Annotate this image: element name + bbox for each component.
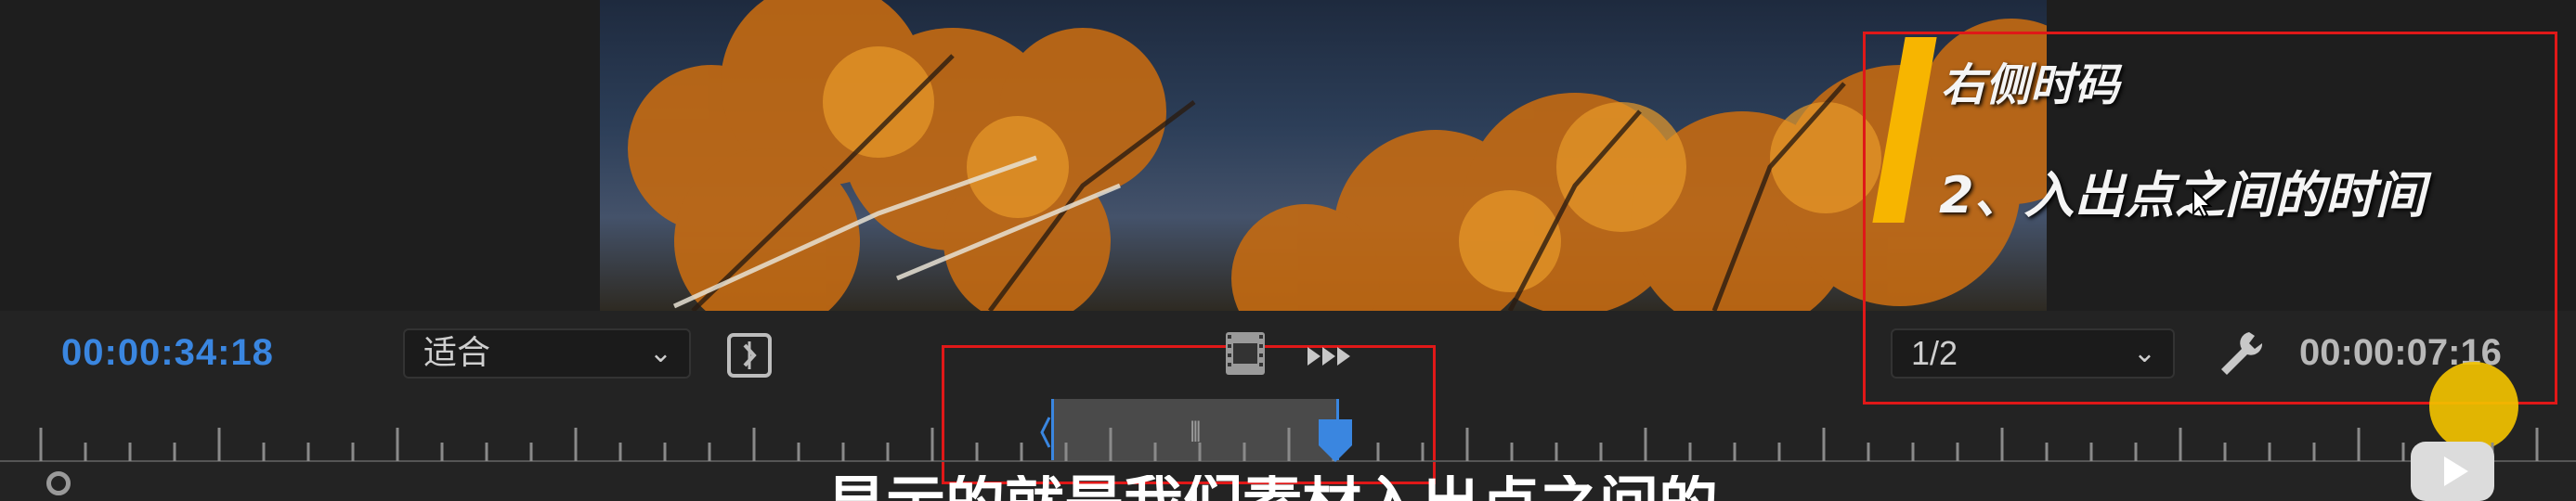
insert-frame-icon[interactable]	[726, 332, 773, 383]
chevron-down-icon: ⌄	[2132, 338, 2156, 368]
mouse-cursor-icon	[2192, 186, 2214, 224]
bilibili-play-icon[interactable]	[2411, 442, 2494, 501]
resolution-select-value: 1/2	[1911, 334, 1958, 372]
fit-select-value: 适合	[423, 334, 491, 372]
video-preview	[600, 0, 2047, 311]
time-ruler[interactable]	[0, 422, 2576, 469]
export-frame-icon[interactable]	[1304, 340, 1356, 378]
resolution-select[interactable]: 1/2 ⌄	[1891, 328, 2175, 379]
playhead-circle[interactable]	[46, 471, 71, 495]
chevron-down-icon: ⌄	[648, 337, 672, 369]
playhead-timecode[interactable]: 00:00:34:18	[61, 332, 274, 374]
fit-select[interactable]: 适合 ⌄	[403, 328, 691, 379]
subtitle-caption: 显示的就是我们素材入出点之间的	[826, 475, 1718, 501]
wrench-icon[interactable]	[2214, 327, 2266, 383]
film-strip-icon[interactable]	[1224, 330, 1267, 381]
playhead-marker-icon[interactable]	[1317, 418, 1354, 469]
